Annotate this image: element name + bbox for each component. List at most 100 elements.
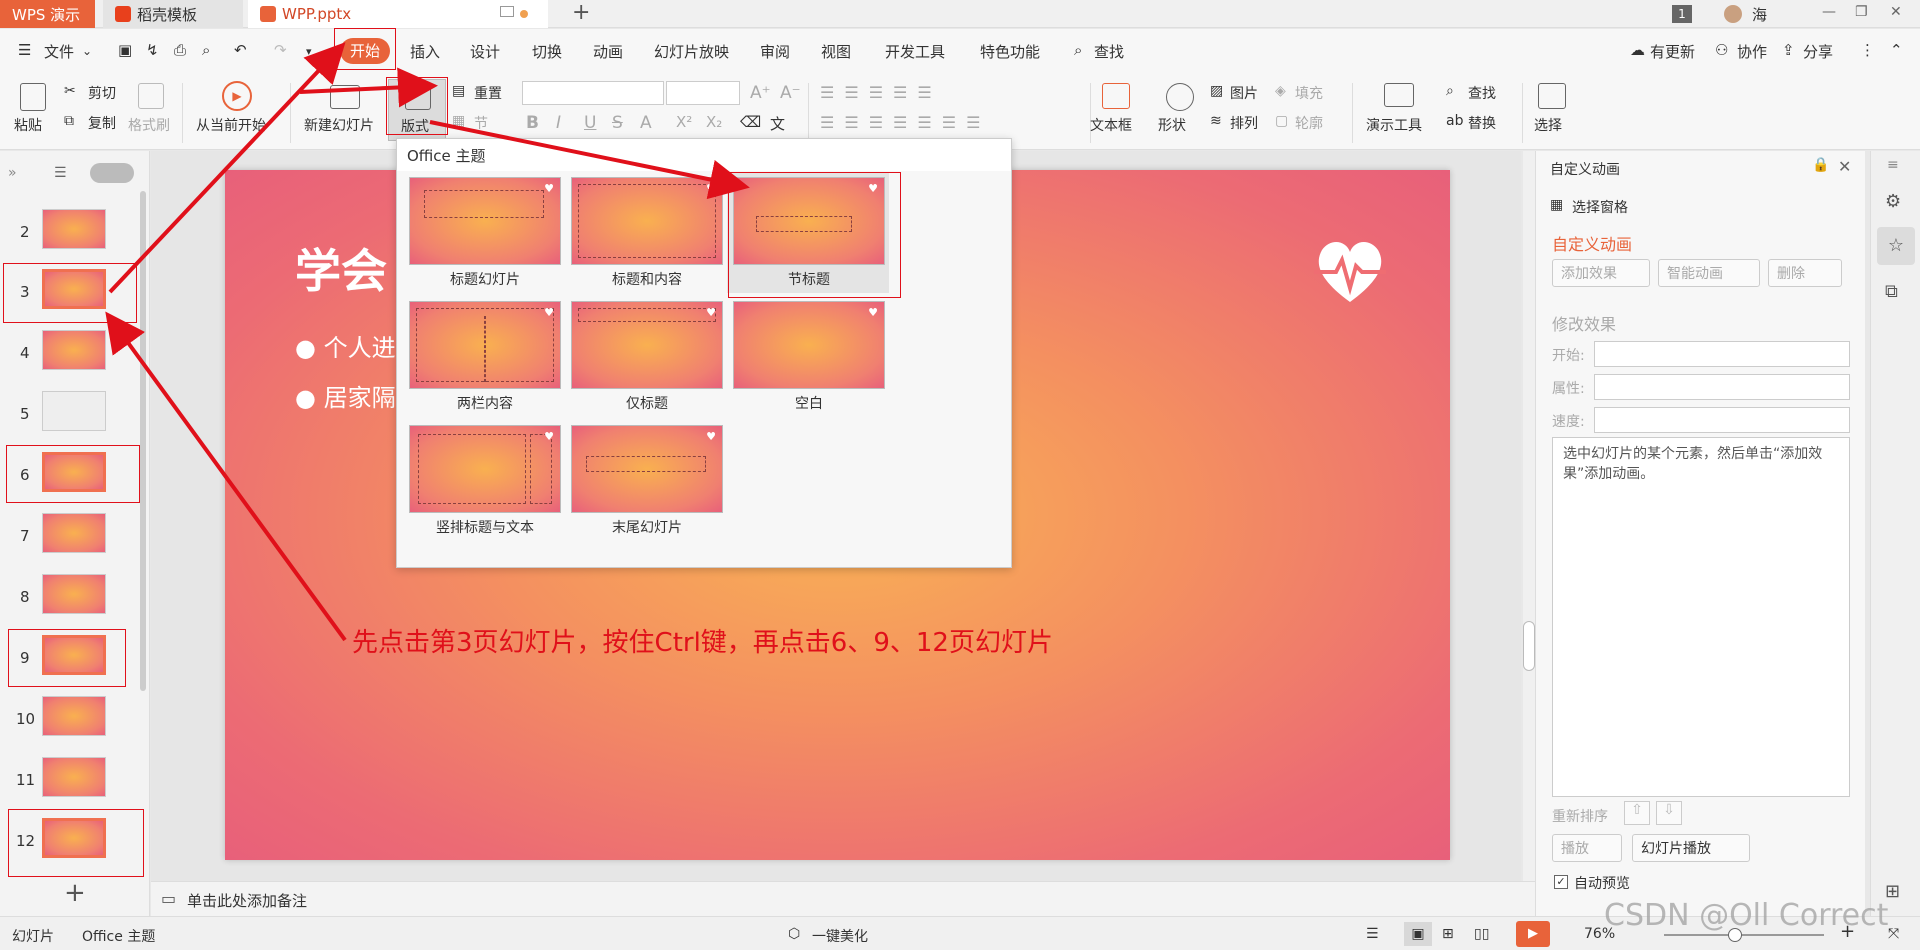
outline-icon[interactable]: ▢: [1275, 113, 1288, 129]
replace-icon[interactable]: ab: [1446, 113, 1463, 129]
slide-sorter-icon[interactable]: ⊞: [1442, 926, 1454, 942]
undo-history-icon[interactable]: ↯: [146, 41, 159, 59]
transition-icon[interactable]: ⧉: [1885, 281, 1898, 302]
quick-access-dropdown-icon[interactable]: ▾: [306, 45, 312, 58]
cloud-sync-icon[interactable]: ☁: [1630, 41, 1645, 59]
section-button[interactable]: 节: [474, 113, 488, 133]
new-tab-button[interactable]: +: [572, 0, 590, 28]
canvas-scrollbar-thumb[interactable]: [1523, 621, 1535, 671]
cut-button[interactable]: 剪切: [88, 83, 116, 103]
arrange-button[interactable]: 排列: [1230, 113, 1258, 133]
avatar[interactable]: [1724, 5, 1742, 23]
slide-thumbnail[interactable]: 8: [0, 568, 150, 628]
close-panel-icon[interactable]: ✕: [1838, 157, 1851, 176]
picture-button[interactable]: 图片: [1230, 83, 1258, 103]
autopreview-checkbox[interactable]: ✓: [1554, 875, 1568, 889]
replace-button[interactable]: 替换: [1468, 113, 1496, 133]
lock-icon[interactable]: 🔒: [1812, 157, 1829, 173]
slide-thumbnail[interactable]: 10: [0, 690, 150, 750]
status-theme[interactable]: Office 主题: [82, 926, 155, 946]
thumbnail-view-icon[interactable]: [90, 163, 134, 183]
property-select[interactable]: [1594, 374, 1850, 400]
menu-review[interactable]: 审阅: [760, 41, 790, 62]
font-size-select[interactable]: [666, 81, 740, 105]
menu-view[interactable]: 视图: [821, 41, 851, 62]
animation-list[interactable]: 选中幻灯片的某个元素，然后单击“添加效果”添加动画。: [1552, 437, 1850, 797]
selection-pane-link[interactable]: 选择窗格: [1572, 197, 1628, 217]
save-icon[interactable]: ▣: [118, 41, 132, 59]
share-icon[interactable]: ⇪: [1782, 41, 1795, 59]
reset-button[interactable]: 重置: [474, 83, 502, 103]
print-icon[interactable]: ⎙: [174, 41, 186, 59]
arrange-icon[interactable]: ≋: [1210, 113, 1222, 129]
italic-icon[interactable]: I: [556, 113, 561, 133]
from-current-button[interactable]: 从当前开始: [196, 115, 266, 135]
update-button[interactable]: 有更新: [1650, 41, 1695, 62]
search-icon[interactable]: ⌕: [1074, 41, 1082, 59]
normal-view-icon[interactable]: ▣: [1404, 922, 1432, 946]
collapse-ribbon-icon[interactable]: ⌃: [1890, 41, 1903, 59]
speed-select[interactable]: [1594, 407, 1850, 433]
animation-star-icon[interactable]: ☆: [1877, 227, 1915, 265]
menu-slideshow[interactable]: 幻灯片放映: [654, 41, 729, 62]
menu-features[interactable]: 特色功能: [980, 41, 1040, 62]
shape-icon[interactable]: [1166, 83, 1194, 111]
layout-title-content[interactable]: ♥: [571, 177, 723, 265]
menu-insert[interactable]: 插入: [410, 41, 440, 62]
beautify-icon[interactable]: ⬡: [788, 926, 800, 942]
superscript-icon[interactable]: X²: [676, 113, 692, 131]
font-name-select[interactable]: [522, 81, 664, 105]
outline-view-icon[interactable]: ☰: [54, 165, 67, 181]
reading-view-icon[interactable]: ▯▯: [1474, 926, 1489, 942]
alignment-tools-icon[interactable]: ☰☰☰☰☰☰☰: [820, 113, 990, 132]
font-color-icon[interactable]: A: [640, 113, 652, 133]
grip-icon[interactable]: ≡: [1887, 157, 1899, 173]
print-preview-icon[interactable]: ⌕: [202, 41, 210, 59]
menu-developer[interactable]: 开发工具: [885, 41, 945, 62]
underline-icon[interactable]: U: [584, 113, 596, 133]
undo-icon[interactable]: ↶: [234, 41, 247, 59]
find-icon[interactable]: ⌕: [1446, 83, 1454, 99]
move-down-icon[interactable]: ⇩: [1656, 801, 1682, 825]
zoom-slider[interactable]: [1664, 928, 1824, 942]
layout-title-slide[interactable]: ♥: [409, 177, 561, 265]
expand-panel-icon[interactable]: »: [8, 165, 17, 181]
page-badge[interactable]: 1: [1672, 5, 1692, 23]
paste-icon[interactable]: [20, 83, 46, 111]
chevron-down-icon[interactable]: ⌄: [82, 44, 92, 58]
menu-transition[interactable]: 切换: [532, 41, 562, 62]
fill-button[interactable]: 填充: [1295, 83, 1323, 103]
thumbnail-scrollbar[interactable]: [140, 191, 146, 691]
layout-end-slide[interactable]: ♥: [571, 425, 723, 513]
panel-header[interactable]: 自定义动画: [1550, 159, 1620, 179]
format-painter-icon[interactable]: [138, 83, 164, 109]
layout-blank[interactable]: ♥: [733, 301, 885, 389]
redo-icon[interactable]: ↷: [274, 41, 287, 59]
layout-two-content[interactable]: ♥: [409, 301, 561, 389]
slide-thumbnail[interactable]: 4: [0, 324, 150, 384]
picture-icon[interactable]: ▨: [1210, 83, 1223, 99]
shrink-font-icon[interactable]: A⁻: [780, 83, 801, 103]
share-button[interactable]: 分享: [1803, 41, 1833, 62]
textbox-icon[interactable]: [1102, 83, 1130, 109]
layout-title-only[interactable]: ♥: [571, 301, 723, 389]
copy-icon[interactable]: ⧉: [64, 113, 74, 129]
selection-pane-icon[interactable]: ▦: [1550, 197, 1563, 213]
tab-wpp-file[interactable]: WPP.pptx: [248, 0, 548, 28]
cut-icon[interactable]: ✂: [64, 83, 76, 99]
copy-button[interactable]: 复制: [88, 113, 116, 133]
smart-animation-button[interactable]: 智能动画: [1658, 259, 1760, 287]
collab-button[interactable]: 协作: [1737, 41, 1767, 62]
collab-icon[interactable]: ⚇: [1715, 41, 1728, 59]
paste-button[interactable]: 粘贴: [14, 115, 42, 135]
layout-vertical-title-text[interactable]: ♥: [409, 425, 561, 513]
present-tools-button[interactable]: 演示工具: [1366, 115, 1422, 135]
slide-thumbnail[interactable]: 5: [0, 385, 150, 445]
close-icon[interactable]: ✕: [1890, 4, 1902, 20]
play-button[interactable]: 播放: [1552, 834, 1622, 862]
paragraph-tools-icon[interactable]: ☰☰☰☰☰: [820, 83, 942, 102]
fit-window-icon[interactable]: ⤧: [1888, 926, 1899, 942]
notes-toggle-icon[interactable]: ☰: [1366, 926, 1379, 942]
subscript-icon[interactable]: X₂: [706, 113, 722, 131]
grow-font-icon[interactable]: A⁺: [750, 83, 771, 103]
